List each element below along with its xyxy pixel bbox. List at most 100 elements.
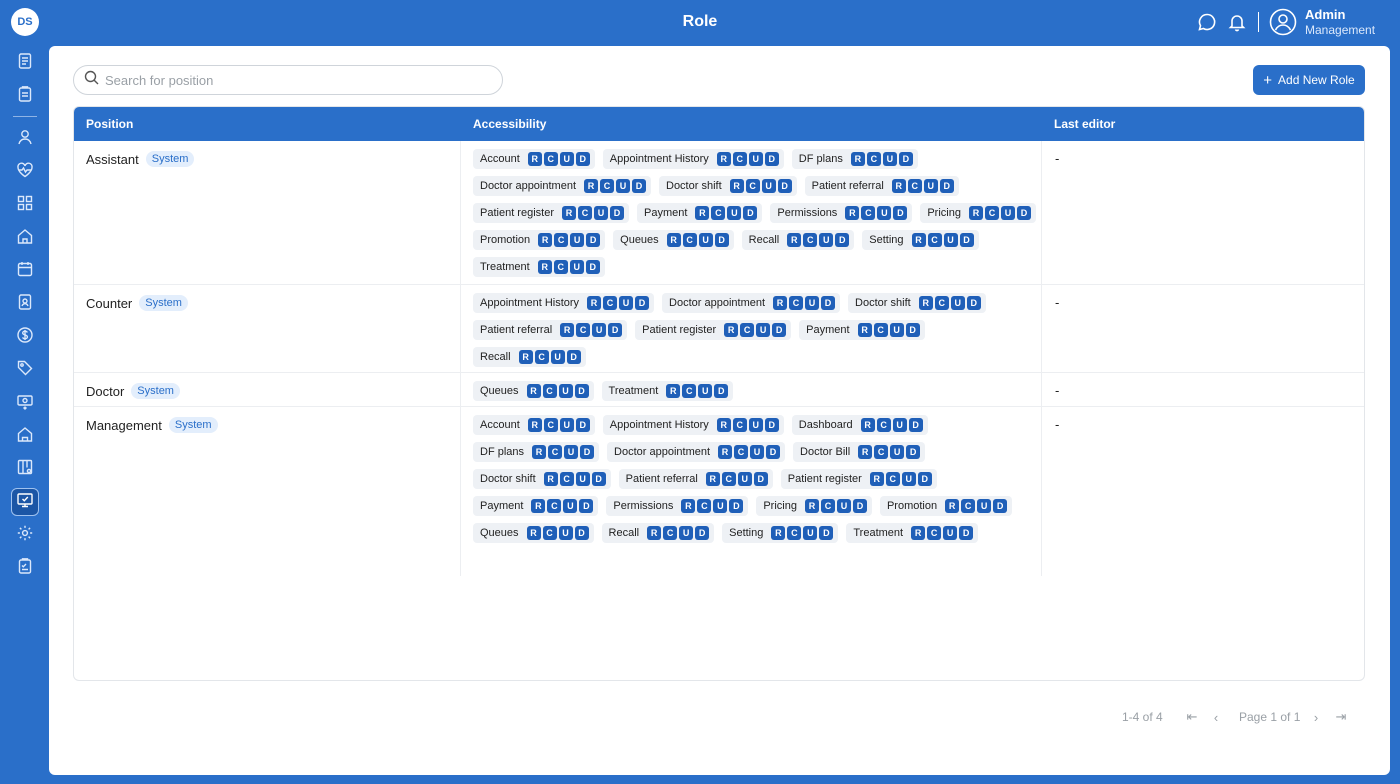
table-row[interactable]: Doctor System Queues R C U D Treatment R C U D - [74, 373, 1364, 407]
permission-label: Recall [748, 234, 780, 246]
sidebar-item-branch[interactable] [11, 422, 39, 450]
permission-create-badge: C [874, 445, 889, 459]
permission-update-badge: U [558, 526, 573, 540]
system-badge: System [145, 151, 195, 167]
permission-create-badge: C [542, 384, 557, 398]
permission-chip: Dashboard R C U D [791, 415, 928, 435]
avatar-icon[interactable] [1269, 8, 1297, 36]
sidebar-item-role[interactable] [11, 488, 39, 516]
permission-label: Doctor shift [666, 180, 722, 192]
permission-read-badge: R [518, 350, 533, 364]
permission-read-badge: R [857, 323, 872, 337]
sidebar-item-home[interactable] [11, 224, 39, 252]
sidebar-item-document[interactable] [11, 49, 39, 77]
permission-create-badge: C [866, 152, 881, 166]
permission-update-badge: U [748, 418, 763, 432]
sidebar-item-dashboard[interactable] [11, 191, 39, 219]
sidebar-item-records[interactable] [11, 290, 39, 318]
permission-read-badge: R [945, 499, 960, 513]
permission-delete-badge: D [753, 472, 768, 486]
first-page-icon[interactable]: ⇤ [1185, 709, 1199, 724]
user-role: Management [1305, 23, 1376, 37]
permission-read-badge: R [527, 152, 542, 166]
sidebar-item-calendar[interactable] [11, 257, 39, 285]
header-position: Position [86, 117, 134, 131]
permission-read-badge: R [771, 526, 786, 540]
permission-update-badge: U [950, 296, 965, 310]
permission-label: Account [480, 153, 520, 165]
permission-read-badge: R [561, 206, 576, 220]
permission-label: Pricing [927, 207, 961, 219]
permission-delete-badge: D [575, 152, 590, 166]
permission-create-badge: C [682, 233, 697, 247]
last-page-icon[interactable]: ⇥ [1334, 709, 1348, 724]
sidebar-item-user[interactable] [11, 125, 39, 153]
permission-update-badge: U [890, 445, 905, 459]
table-row[interactable]: Assistant System Account R C U D Appointment Hi… [74, 141, 1364, 285]
permission-create-badge: C [734, 445, 749, 459]
sidebar-item-tasks[interactable] [11, 554, 39, 582]
permission-update-badge: U [564, 445, 579, 459]
sidebar-item-finance[interactable] [11, 323, 39, 351]
next-page-icon[interactable]: › [1309, 710, 1323, 725]
permission-create-badge: C [934, 296, 949, 310]
permission-read-badge: R [532, 445, 547, 459]
permission-update-badge: U [563, 499, 578, 513]
permission-delete-badge: D [764, 152, 779, 166]
permission-create-badge: C [663, 526, 678, 540]
sidebar-item-clipboard[interactable] [11, 82, 39, 110]
permission-read-badge: R [869, 472, 884, 486]
permission-read-badge: R [647, 526, 662, 540]
permission-update-badge: U [805, 296, 820, 310]
search-box[interactable] [73, 65, 503, 95]
permission-create-badge: C [547, 499, 562, 513]
permission-delete-badge: D [579, 499, 594, 513]
permission-delete-badge: D [908, 418, 923, 432]
permission-delete-badge: D [632, 179, 646, 193]
permission-read-badge: R [729, 179, 744, 193]
table-row[interactable]: Counter System Appointment History R C U D Doct… [74, 285, 1364, 373]
pagination-page: Page 1 of 1 [1239, 710, 1301, 724]
app-logo[interactable]: DS [11, 8, 39, 36]
permission-update-badge: U [698, 384, 713, 398]
user-name[interactable]: Admin [1305, 7, 1345, 22]
chat-icon[interactable] [1197, 12, 1217, 32]
sidebar-item-promotion[interactable] [11, 356, 39, 384]
permission-label: Doctor appointment [480, 180, 576, 192]
clipboard-icon [16, 85, 34, 108]
permission-create-badge: C [682, 384, 697, 398]
permission-create-badge: C [787, 526, 802, 540]
permission-delete-badge: D [743, 206, 758, 220]
permission-update-badge: U [713, 499, 728, 513]
permission-chip: Treatment R C U D [601, 381, 734, 401]
add-new-role-button[interactable]: + Add New Role [1253, 65, 1365, 95]
sidebar-item-layout[interactable] [11, 455, 39, 483]
pagination-range: 1-4 of 4 [1122, 710, 1163, 724]
user-icon [16, 128, 34, 151]
checklist-icon [16, 557, 34, 580]
permission-create-badge: C [789, 296, 804, 310]
permission-update-badge: U [892, 418, 907, 432]
search-input[interactable] [105, 72, 485, 88]
permission-chip: Patient register R C U D [473, 203, 629, 223]
permission-delete-badge: D [608, 323, 623, 337]
calendar-icon [16, 260, 34, 283]
position-name: Management [86, 417, 162, 433]
table-row[interactable]: Management System Account R C U D Appointment H… [74, 407, 1364, 576]
permission-chip: Doctor appointment R C U D [607, 442, 786, 462]
permission-read-badge: R [918, 296, 933, 310]
permission-delete-badge: D [729, 499, 744, 513]
sidebar-item-health[interactable] [11, 158, 39, 186]
permission-delete-badge: D [695, 526, 710, 540]
sidebar-item-settings[interactable] [11, 521, 39, 549]
permission-chip: Appointment History R C U D [602, 415, 784, 435]
permission-label: Doctor Bill [800, 446, 851, 458]
permission-create-badge: C [534, 350, 549, 364]
bell-icon[interactable] [1227, 12, 1247, 32]
permission-label: Pricing [763, 500, 797, 512]
sidebar-item-payment[interactable] [11, 389, 39, 417]
prev-page-icon[interactable]: ‹ [1209, 710, 1223, 725]
permission-chip: Pricing R C U D [756, 496, 872, 516]
system-badge: System [168, 417, 218, 433]
permission-read-badge: R [538, 233, 553, 247]
